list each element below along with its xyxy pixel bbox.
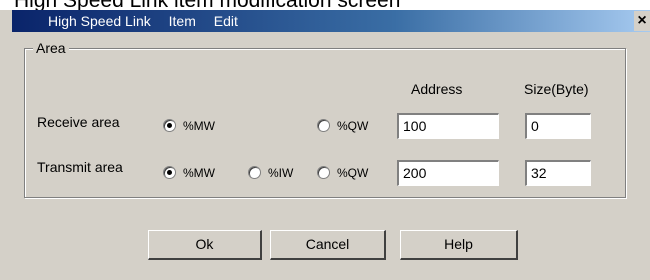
receive-size-input[interactable]: 0 <box>525 113 591 139</box>
transmit-radio-mw[interactable]: %MW <box>163 165 215 181</box>
receive-radio-mw[interactable]: %MW <box>163 118 215 134</box>
size-column-header: Size(Byte) <box>524 81 589 97</box>
transmit-radio-iw-label: %IW <box>268 166 294 180</box>
title-bar: High Speed Link Item Edit <box>12 10 650 32</box>
transmit-size-input[interactable]: 32 <box>525 160 591 186</box>
radio-selected-icon <box>163 119 176 132</box>
transmit-radio-iw[interactable]: %IW <box>248 165 293 181</box>
receive-address-input[interactable]: 100 <box>397 113 499 139</box>
cancel-button[interactable]: Cancel <box>270 230 386 260</box>
radio-selected-icon <box>163 166 176 179</box>
receive-radio-qw[interactable]: %QW <box>317 118 368 134</box>
receive-radio-qw-label: %QW <box>337 119 369 133</box>
receive-radio-mw-label: %MW <box>183 119 215 133</box>
ok-button[interactable]: Ok <box>148 230 262 260</box>
menu-edit[interactable]: Edit <box>214 13 238 29</box>
address-column-header: Address <box>411 81 463 97</box>
radio-unselected-icon <box>248 166 261 179</box>
transmit-radio-qw-label: %QW <box>337 166 369 180</box>
menu-high-speed-link[interactable]: High Speed Link <box>48 13 151 29</box>
menu-bar: High Speed Link Item Edit <box>48 10 252 32</box>
area-group-label: Area <box>33 40 69 56</box>
close-icon[interactable]: × <box>634 11 650 31</box>
transmit-address-input[interactable]: 200 <box>397 160 499 186</box>
radio-unselected-icon <box>317 166 330 179</box>
help-button[interactable]: Help <box>400 230 518 260</box>
transmit-area-label: Transmit area <box>37 159 123 175</box>
receive-area-label: Receive area <box>37 114 120 130</box>
transmit-radio-mw-label: %MW <box>183 166 215 180</box>
transmit-radio-qw[interactable]: %QW <box>317 165 368 181</box>
radio-unselected-icon <box>317 119 330 132</box>
menu-item[interactable]: Item <box>169 13 196 29</box>
